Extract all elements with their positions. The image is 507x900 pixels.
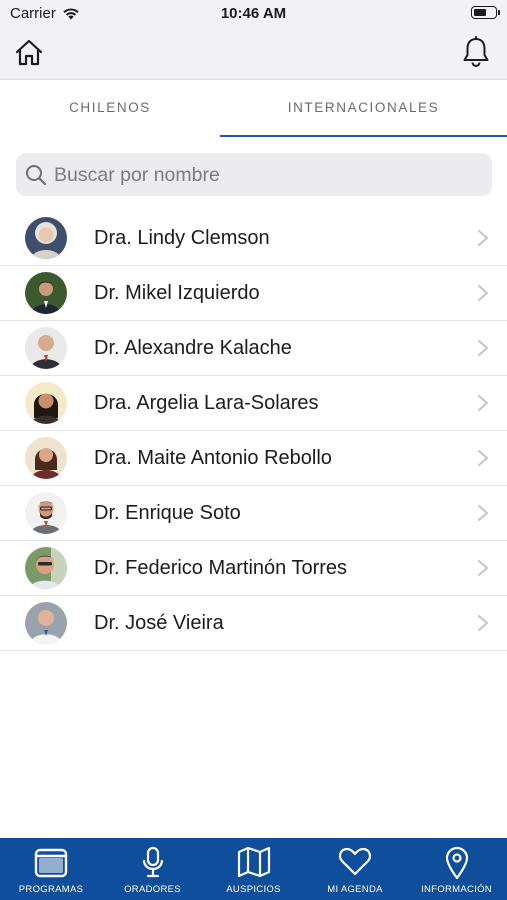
list-item[interactable]: Dra. Argelia Lara-Solares	[0, 376, 507, 431]
list-item[interactable]: Dr. Enrique Soto	[0, 486, 507, 541]
speaker-name: Dr. Federico Martinón Torres	[94, 557, 348, 579]
chevron-right-icon	[478, 285, 488, 301]
tab-programas[interactable]: PROGRAMAS	[0, 838, 102, 900]
tab-label: MI AGENDA	[327, 884, 383, 895]
search-icon	[26, 165, 47, 186]
tab-label: AUSPICIOS	[226, 884, 281, 895]
avatar	[25, 547, 67, 589]
avatar	[25, 437, 67, 479]
avatar	[25, 327, 67, 369]
list-item[interactable]: Dr. Alexandre Kalache	[0, 321, 507, 376]
avatar	[25, 272, 67, 314]
speaker-list: Dra. Lindy Clemson Dr. Mikel Izquierdo D…	[0, 211, 507, 651]
speaker-tabs: CHILENOS INTERNACIONALES	[0, 80, 507, 138]
chevron-right-icon	[478, 395, 488, 411]
map-icon	[237, 846, 270, 878]
location-pin-icon	[445, 846, 468, 880]
bottom-tab-bar: PROGRAMAS ORADORES AUSPICIOS MI AGENDA I…	[0, 838, 507, 900]
chevron-right-icon	[478, 615, 488, 631]
tab-chilenos[interactable]: CHILENOS	[0, 80, 220, 138]
speaker-name: Dr. Enrique Soto	[94, 502, 241, 524]
calendar-icon	[34, 848, 68, 878]
list-item[interactable]: Dra. Lindy Clemson	[0, 211, 507, 266]
chevron-right-icon	[478, 450, 488, 466]
list-item[interactable]: Dra. Maite Antonio Rebollo	[0, 431, 507, 486]
tab-informacion[interactable]: INFORMACIÓN	[406, 838, 507, 900]
avatar	[25, 492, 67, 534]
tab-auspicios[interactable]: AUSPICIOS	[203, 838, 304, 900]
selected-tab-indicator	[220, 135, 507, 137]
speaker-name: Dra. Argelia Lara-Solares	[94, 392, 319, 414]
list-item[interactable]: Dr. Mikel Izquierdo	[0, 266, 507, 321]
tab-mi-agenda[interactable]: MI AGENDA	[304, 838, 406, 900]
avatar	[25, 217, 67, 259]
speaker-name: Dr. Alexandre Kalache	[94, 337, 292, 359]
search-input[interactable]	[52, 153, 486, 198]
speaker-name: Dra. Lindy Clemson	[94, 227, 270, 249]
avatar	[25, 382, 67, 424]
speaker-name: Dra. Maite Antonio Rebollo	[94, 447, 332, 469]
tab-oradores[interactable]: ORADORES	[102, 838, 203, 900]
home-icon[interactable]	[14, 38, 44, 68]
heart-icon	[339, 847, 371, 876]
chevron-right-icon	[478, 505, 488, 521]
tab-internacionales[interactable]: INTERNACIONALES	[220, 80, 507, 138]
avatar	[25, 602, 67, 644]
status-bar: Carrier 10:46 AM	[0, 0, 507, 28]
search-bar	[16, 153, 492, 198]
speaker-name: Dr. José Vieira	[94, 612, 224, 634]
list-item[interactable]: Dr. José Vieira	[0, 596, 507, 651]
microphone-icon	[142, 846, 163, 878]
list-item[interactable]: Dr. Federico Martinón Torres	[0, 541, 507, 596]
tab-label: PROGRAMAS	[18, 884, 84, 895]
bell-icon[interactable]	[461, 36, 491, 68]
tab-label: INFORMACIÓN	[421, 884, 492, 895]
battery-icon	[471, 6, 500, 19]
speaker-name: Dr. Mikel Izquierdo	[94, 282, 260, 304]
chevron-right-icon	[478, 340, 488, 356]
chevron-right-icon	[478, 230, 488, 246]
status-time: 10:46 AM	[220, 5, 287, 22]
chevron-right-icon	[478, 560, 488, 576]
navigation-bar	[0, 28, 507, 80]
tab-label: ORADORES	[124, 884, 181, 895]
